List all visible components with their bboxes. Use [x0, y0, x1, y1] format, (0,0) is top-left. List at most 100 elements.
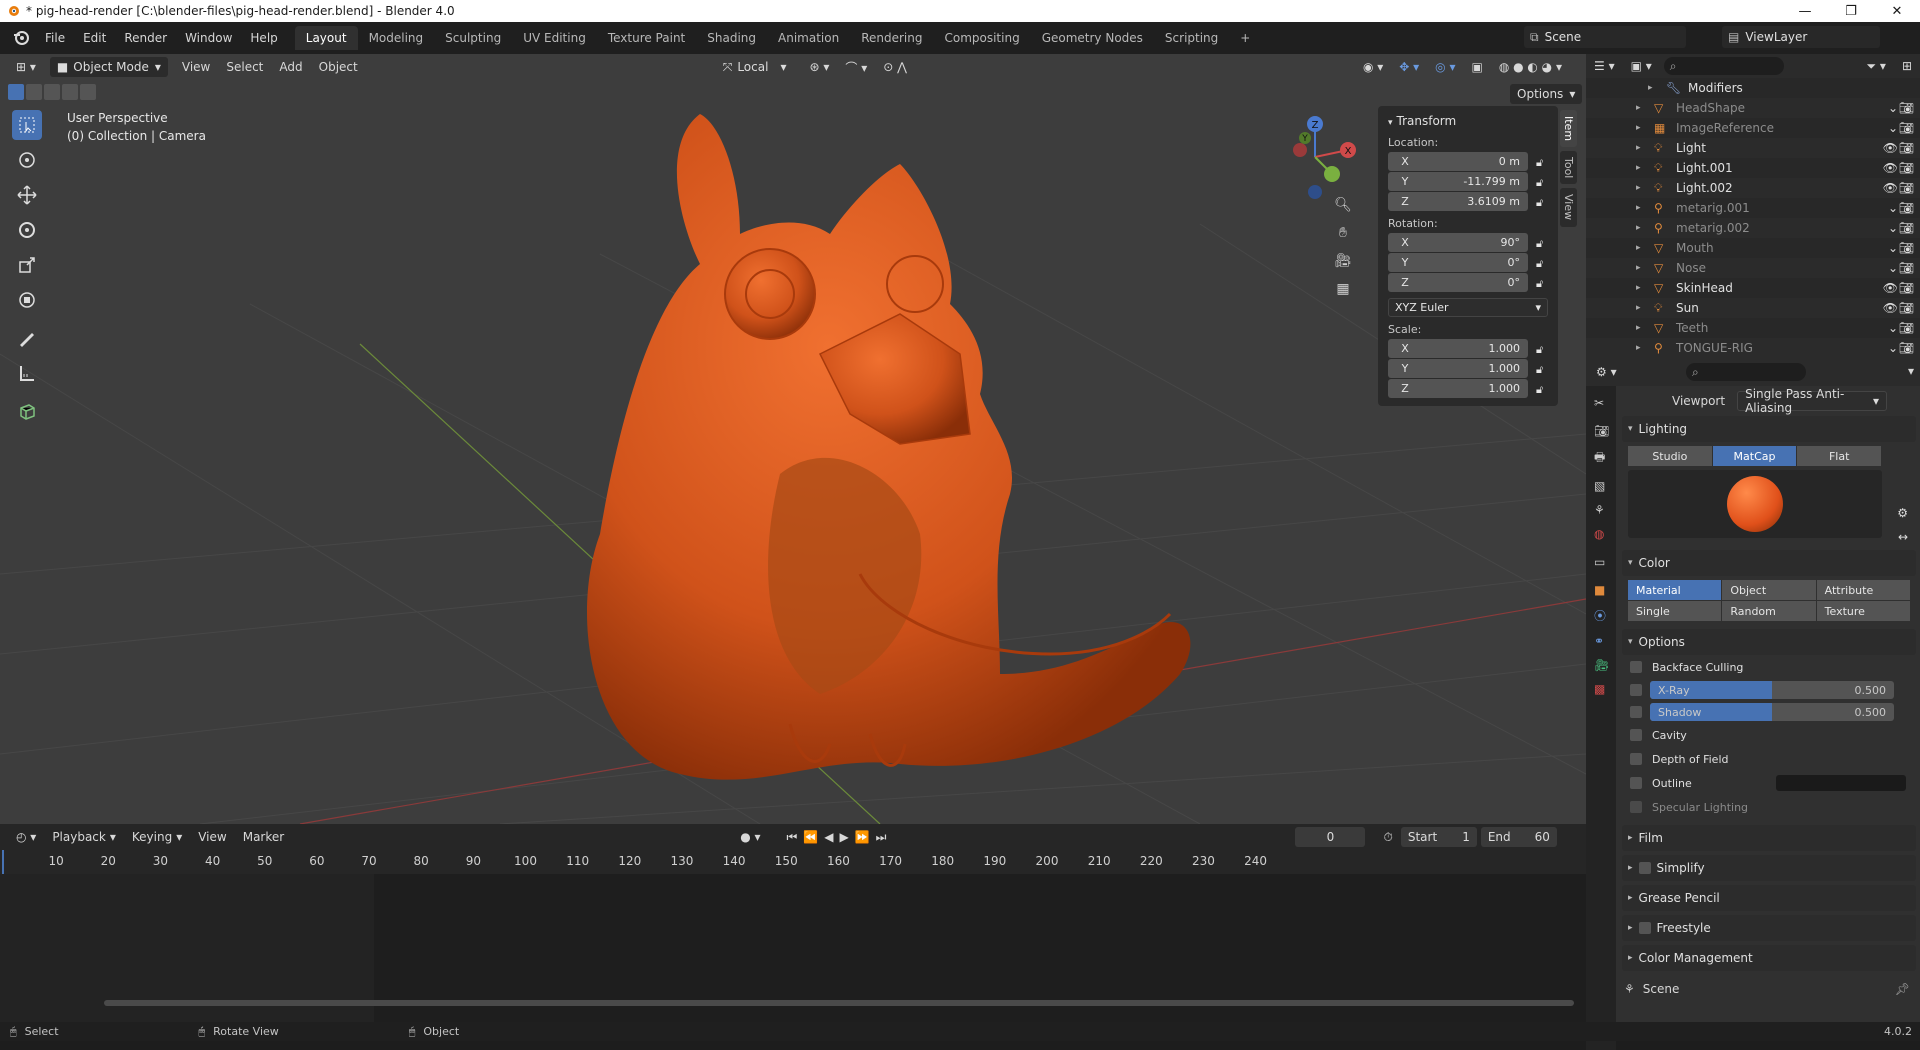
grease-pencil-panel-header[interactable]: ▸ Grease Pencil [1622, 885, 1916, 911]
simplify-checkbox[interactable] [1638, 862, 1651, 874]
outliner-row[interactable]: ▸ 💡︎ Light 👁︎ 📷︎ [1586, 138, 1920, 158]
depth-of-field-checkbox[interactable]: Depth of Field [1622, 747, 1916, 771]
lock-icon[interactable]: 🔓︎ [1536, 257, 1548, 270]
color-panel-header[interactable]: ▾ Color [1622, 550, 1916, 576]
lock-icon[interactable]: 🔓︎ [1536, 343, 1548, 356]
lock-icon[interactable]: 🔓︎ [1536, 363, 1548, 376]
expand-arrow-icon[interactable]: ▸ [1636, 283, 1646, 293]
render-visibility-icon[interactable]: 📷︎ [1899, 201, 1914, 215]
tab-view[interactable]: View [1560, 188, 1577, 227]
expand-arrow-icon[interactable]: ▸ [1636, 123, 1646, 133]
outliner-row[interactable]: ▸ ▽ SkinHead 👁︎ 📷︎ [1586, 278, 1920, 298]
pivot-icon[interactable]: ⊛ ▾ [801, 57, 837, 77]
render-visibility-icon[interactable]: 📷︎ [1899, 241, 1914, 255]
location-x-field[interactable]: X0 m 🔓︎ [1388, 152, 1543, 171]
outliner-editor-type-icon[interactable]: ☰ ▾ [1586, 56, 1623, 76]
outliner-search-input[interactable]: ⌕ [1663, 57, 1784, 75]
render-visibility-icon[interactable]: 📷︎ [1899, 101, 1914, 115]
expand-arrow-icon[interactable]: ▸ [1636, 323, 1646, 333]
freestyle-checkbox[interactable] [1638, 922, 1651, 934]
lock-icon[interactable]: 🔓︎ [1536, 196, 1548, 209]
select-new-icon[interactable] [8, 84, 24, 100]
shadow-slider[interactable]: Shadow 0.500 [1650, 703, 1894, 721]
transform-section-header[interactable]: ▾ Transform [1388, 114, 1552, 128]
tab-animation[interactable]: Animation [767, 26, 850, 50]
pig-head-model[interactable] [586, 114, 1191, 780]
timeline-scrollbar[interactable] [104, 1000, 1574, 1006]
render-visibility-icon[interactable]: 📷︎ [1899, 141, 1914, 155]
frame-ruler[interactable]: 10 20 30 40 50 60 70 80 90 100 110 120 130 140 150 160 1… [0, 850, 1586, 874]
menu-view[interactable]: View [174, 57, 218, 77]
menu-help[interactable]: Help [241, 27, 286, 49]
timeline-track-area[interactable] [0, 874, 1586, 1024]
scale-tool-icon[interactable] [12, 250, 42, 280]
navigation-gizmo[interactable]: Z X Y [1270, 110, 1360, 200]
select-subtract-icon[interactable] [44, 84, 60, 100]
expand-arrow-icon[interactable]: ▸ [1636, 183, 1646, 193]
new-collection-icon[interactable]: ⊞ [1894, 56, 1920, 76]
scale-y-field[interactable]: Y 1.000 🔓︎ [1388, 359, 1543, 378]
render-visibility-icon[interactable]: 📷︎ [1899, 181, 1914, 195]
annotate-tool-icon[interactable] [12, 323, 42, 353]
matcap-settings-icon[interactable]: ⚙ [1897, 506, 1908, 520]
color-object-button[interactable]: Object [1722, 580, 1816, 600]
constraint-tab-icon[interactable]: ⚭ [1594, 634, 1616, 648]
menu-render[interactable]: Render [115, 27, 176, 49]
rotation-mode-dropdown[interactable]: XYZ Euler ▾ [1388, 298, 1548, 317]
film-panel-header[interactable]: ▸ Film [1622, 825, 1916, 851]
lighting-studio-button[interactable]: Studio [1628, 446, 1712, 466]
expand-arrow-icon[interactable]: ▸ [1636, 303, 1646, 313]
transform-orientation-selector[interactable]: ⤧ Local ▾ [716, 57, 794, 77]
shading-mode-icons[interactable]: ◍ ● ◐ ◕ ▾ [1491, 57, 1570, 77]
render-tab-icon[interactable]: 📷︎ [1594, 424, 1616, 438]
eye-closed-icon[interactable]: ⌄ [1888, 241, 1898, 255]
menu-object[interactable]: Object [311, 57, 366, 77]
expand-arrow-icon[interactable]: ▸ [1636, 103, 1646, 113]
minimize-button[interactable]: — [1782, 0, 1828, 22]
eye-closed-icon[interactable]: ⌄ [1888, 261, 1898, 275]
render-visibility-icon[interactable]: 📷︎ [1899, 301, 1914, 315]
eye-icon[interactable]: 👁︎ [1883, 301, 1898, 315]
outliner-row[interactable]: ▸ ▽ Nose ⌄ 📷︎ [1586, 258, 1920, 278]
render-visibility-icon[interactable]: 📷︎ [1899, 221, 1914, 235]
xray-checkbox[interactable] [1630, 684, 1642, 696]
pan-hand-icon[interactable]: ✋︎ [1330, 220, 1356, 246]
location-z-field[interactable]: Z 3.6109 m 🔓︎ [1388, 192, 1543, 211]
end-frame-field[interactable]: End 60 [1480, 827, 1557, 847]
expand-arrow-icon[interactable]: ▸ [1636, 263, 1646, 273]
outliner-row[interactable]: ▸ 💡︎ Sun 👁︎ 📷︎ [1586, 298, 1920, 318]
outliner-row[interactable]: ▸ ▽ HeadShape ⌄ 📷︎ [1586, 98, 1920, 118]
select-extend-icon[interactable] [26, 84, 42, 100]
lock-icon[interactable]: 🔓︎ [1536, 156, 1548, 169]
lighting-flat-button[interactable]: Flat [1797, 446, 1882, 466]
color-random-button[interactable]: Random [1722, 601, 1816, 621]
tab-layout[interactable]: Layout [294, 26, 358, 50]
xray-slider[interactable]: X-Ray 0.500 [1650, 681, 1894, 699]
menu-window[interactable]: Window [176, 27, 241, 49]
transform-tool-icon[interactable] [12, 285, 42, 315]
render-visibility-icon[interactable]: 📷︎ [1899, 121, 1914, 135]
outliner-row[interactable]: ▸ ▽ Teeth ⌄ 📷︎ [1586, 318, 1920, 338]
view-layer-tab-icon[interactable]: ▧ [1594, 479, 1616, 493]
tab-modeling[interactable]: Modeling [358, 26, 435, 50]
scale-x-field[interactable]: X 1.000 🔓︎ [1388, 339, 1543, 358]
simplify-panel-header[interactable]: ▸ Simplify [1622, 855, 1916, 881]
lock-icon[interactable]: 🔓︎ [1536, 176, 1548, 189]
select-box-tool-icon[interactable] [12, 110, 42, 140]
eye-closed-icon[interactable]: ⌄ [1888, 121, 1898, 135]
expand-arrow-icon[interactable]: ▸ [1636, 143, 1646, 153]
expand-arrow-icon[interactable]: ▸ [1636, 343, 1646, 353]
backface-culling-checkbox[interactable]: Backface Culling [1622, 655, 1916, 679]
tab-tool[interactable]: Tool [1560, 151, 1577, 185]
playback-controls[interactable]: ⏮⏪◀▶⏩⏭ [779, 827, 901, 847]
eye-icon[interactable]: 👁︎ [1883, 281, 1898, 295]
mode-selector[interactable]: ■ Object Mode ▾ [49, 57, 168, 77]
xray-toggle-icon[interactable]: ▣ [1463, 57, 1490, 77]
outline-checkbox[interactable]: Outline [1622, 771, 1916, 795]
menu-add[interactable]: Add [271, 57, 310, 77]
marker-menu[interactable]: Marker [235, 827, 292, 847]
outliner-row[interactable]: ▸ 💡︎ Light.001 👁︎ 📷︎ [1586, 158, 1920, 178]
options-button[interactable]: Options ▾ [1510, 84, 1583, 104]
proportional-edit-icon[interactable]: ⊙ ⋀ [875, 57, 915, 77]
world-tab-icon[interactable]: ◍ [1594, 527, 1616, 541]
